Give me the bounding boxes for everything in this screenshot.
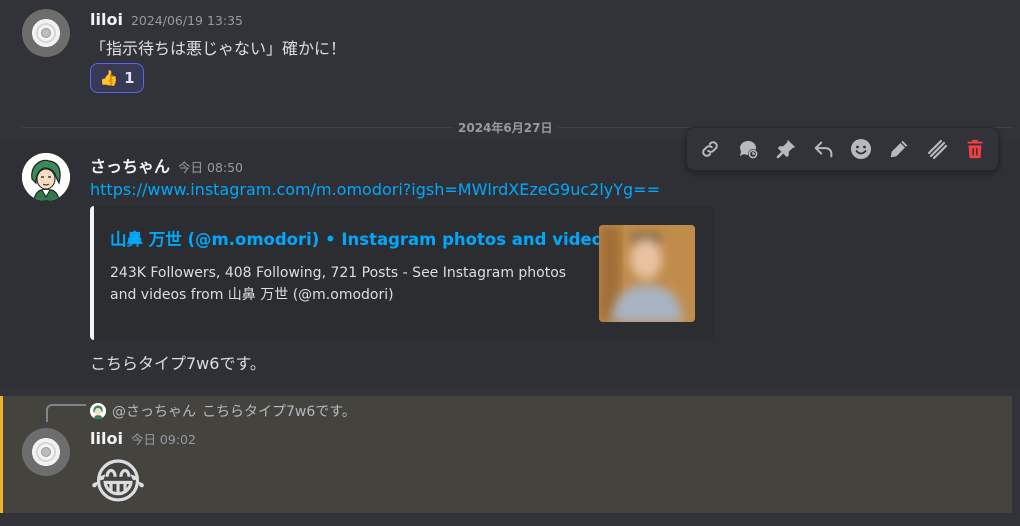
username[interactable]: liloi: [90, 429, 123, 448]
username[interactable]: liloi: [90, 10, 123, 29]
timestamp: 2024/06/19 13:35: [131, 13, 243, 28]
date-divider-label: 2024年6月27日: [452, 119, 558, 136]
link-icon[interactable]: [695, 134, 725, 164]
reply-icon[interactable]: [809, 134, 839, 164]
emoji-message: 😂: [90, 452, 146, 512]
avatar[interactable]: [22, 9, 70, 57]
timestamp: 今日 09:02: [131, 429, 196, 448]
thumbs-up-icon: 👍: [99, 69, 118, 87]
message-actions-toolbar: [686, 127, 999, 171]
delete-icon[interactable]: [960, 134, 990, 164]
message-content: 「指示待ちは悪じゃない」確かに！: [90, 35, 346, 59]
link-embed: 山鼻 万世 (@m.omodori) • Instagram photos an…: [90, 206, 715, 340]
reaction-button[interactable]: 👍 1: [90, 63, 144, 93]
blurred-photo: [599, 225, 695, 322]
username[interactable]: さっちゃん: [90, 153, 170, 177]
pin-icon[interactable]: [771, 134, 801, 164]
message-content: こちらタイプ7w6です。: [90, 350, 266, 374]
avatar[interactable]: [22, 153, 70, 201]
embed-description: 243K Followers, 408 Following, 721 Posts…: [110, 262, 580, 306]
edit-icon[interactable]: [884, 134, 914, 164]
reaction-count: 1: [124, 69, 134, 87]
timestamp: 今日 08:50: [178, 157, 243, 176]
message-liloi-1: liloi 2024/06/19 13:35 「指示待ちは悪じゃない」確かに！ …: [0, 0, 1020, 100]
embed-title[interactable]: 山鼻 万世 (@m.omodori) • Instagram photos an…: [110, 226, 613, 250]
avatar-illustration: [22, 153, 70, 201]
avatar[interactable]: [22, 428, 70, 476]
message-link[interactable]: https://www.instagram.com/m.omodori?igsh…: [90, 180, 660, 199]
reaction-icon[interactable]: [846, 134, 876, 164]
message-liloi-2: liloi 今日 09:02 😂: [0, 396, 1020, 513]
bottom-spacer: [0, 513, 1020, 526]
embed-thumbnail[interactable]: [599, 225, 695, 322]
more-icon[interactable]: [922, 134, 952, 164]
thread-icon[interactable]: [733, 134, 763, 164]
